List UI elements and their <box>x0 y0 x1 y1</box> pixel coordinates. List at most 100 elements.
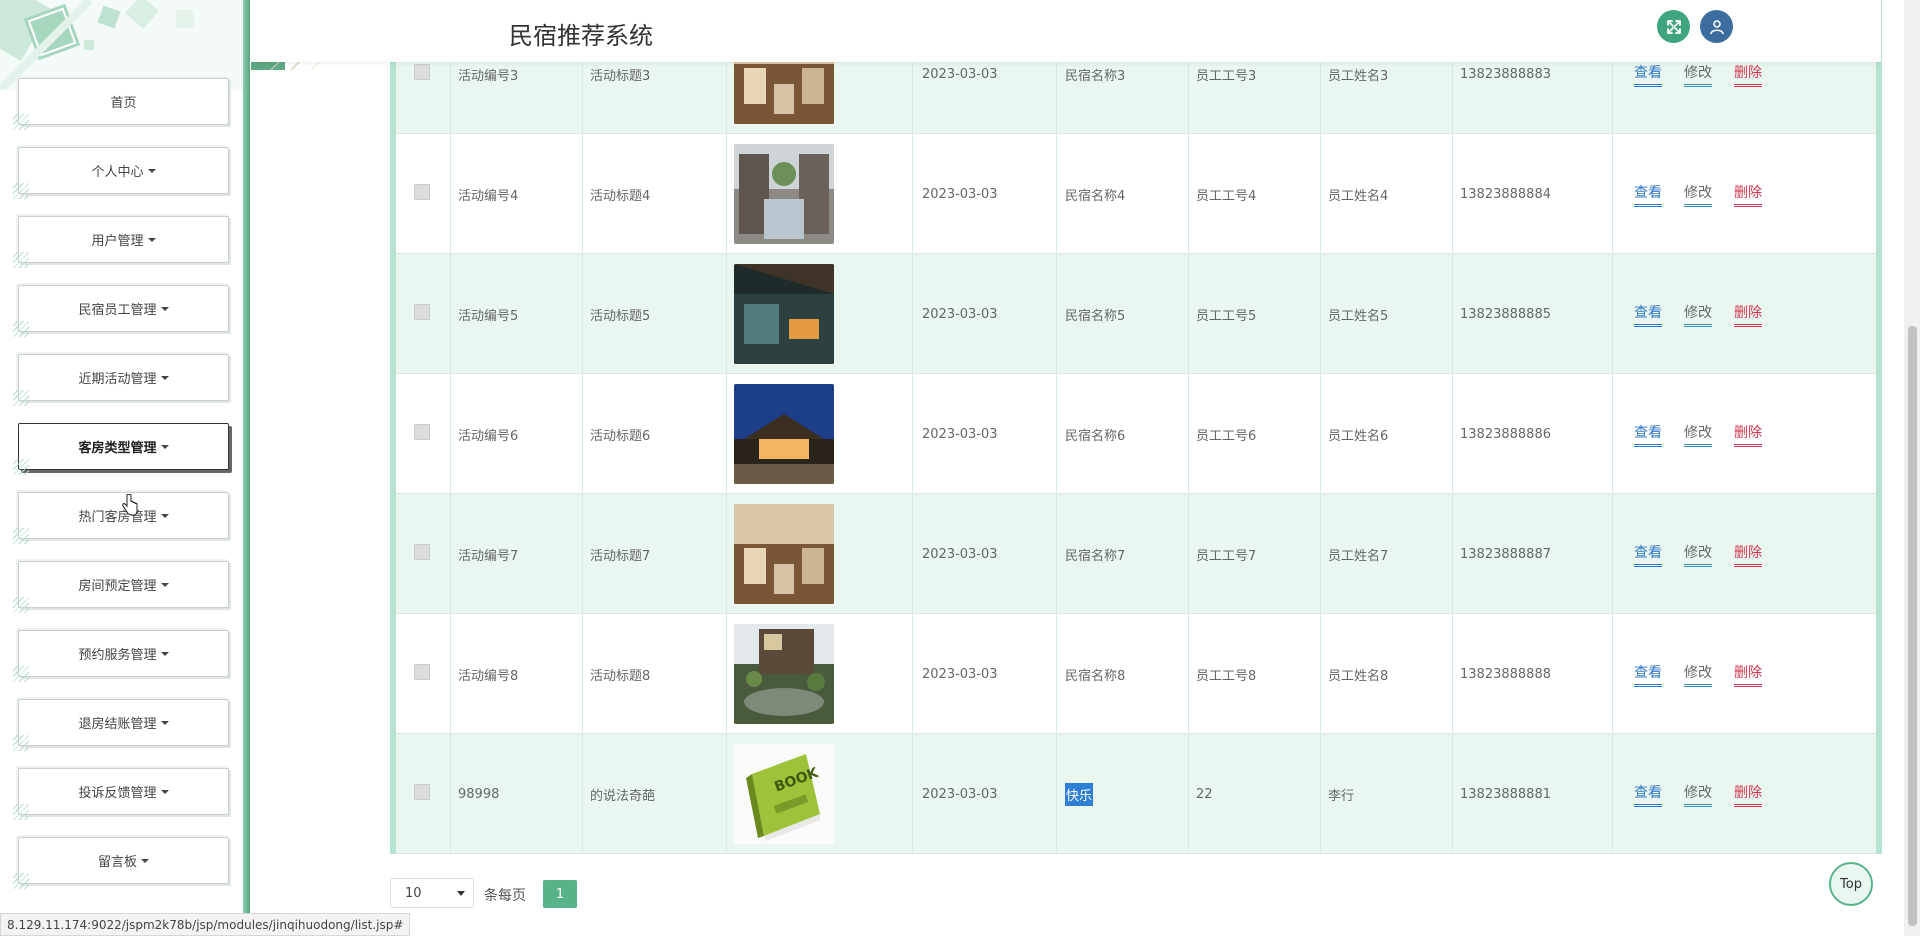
sidebar-item-stripe <box>13 321 29 337</box>
row-checkbox[interactable] <box>414 544 430 560</box>
back-to-top-button[interactable]: Top <box>1829 862 1873 906</box>
activity-image <box>734 504 834 604</box>
edit-link[interactable]: 修改 <box>1684 62 1712 87</box>
user-menu-button[interactable] <box>1700 10 1733 43</box>
sidebar: 首页个人中心用户管理民宿员工管理 近期活动管理 客房类型管理热门客房管理 房间预定管理… <box>0 0 250 936</box>
sidebar-item-0[interactable]: 首页 <box>13 78 229 130</box>
caret-down-icon <box>160 720 169 725</box>
cell-text: 员工姓名6 <box>1328 428 1389 444</box>
view-link[interactable]: 查看 <box>1634 182 1662 207</box>
cell-title: 活动标题8 <box>590 614 650 734</box>
edit-link[interactable]: 修改 <box>1684 302 1712 327</box>
scrollbar-thumb[interactable] <box>1908 326 1917 926</box>
row-checkbox[interactable] <box>414 184 430 200</box>
sidebar-item-9[interactable]: 退房结账管理 <box>13 699 229 751</box>
cell-staff-no: 员工工号8 <box>1196 614 1256 734</box>
caret-down-icon <box>141 858 149 863</box>
row-checkbox[interactable] <box>414 664 430 680</box>
delete-link[interactable]: 删除 <box>1734 662 1762 687</box>
delete-link[interactable]: 删除 <box>1734 62 1762 87</box>
cell-text: 活动编号3 <box>458 68 519 84</box>
cell-date: 2023-03-03 <box>922 254 998 374</box>
cell-text: 活动标题6 <box>590 428 651 444</box>
cell-text: 员工姓名4 <box>1328 188 1389 204</box>
sidebar-item-11[interactable]: 留言板 <box>13 837 229 889</box>
cell-staff-name: 员工姓名8 <box>1328 614 1388 734</box>
table-row: 活动编号8 活动标题8 2023-03-03 民宿名称8 员工工号8 员工姓名8 13823… <box>396 614 1876 734</box>
edit-link[interactable]: 修改 <box>1684 182 1712 207</box>
sidebar-item-4[interactable]: 近期活动管理 <box>13 354 229 406</box>
cell-text: 活动标题7 <box>590 548 651 564</box>
sidebar-item-2[interactable]: 用户管理 <box>13 216 229 268</box>
sidebar-item-label: 房间预定管理 <box>78 579 157 594</box>
cell-code: 活动编号6 <box>458 374 518 494</box>
cell-text: 2023-03-03 <box>922 666 998 682</box>
caret-down-icon <box>160 513 169 518</box>
cell-text: 的说法奇葩 <box>590 788 656 804</box>
view-link[interactable]: 查看 <box>1634 782 1662 807</box>
cell-text: 活动标题4 <box>590 188 651 204</box>
fullscreen-button[interactable] <box>1657 10 1690 43</box>
row-checkbox[interactable] <box>414 424 430 440</box>
row-checkbox[interactable] <box>414 64 430 80</box>
cell-text: 活动编号4 <box>458 188 519 204</box>
page-size-select[interactable]: 10 <box>390 878 474 908</box>
cell-staff-no: 员工工号4 <box>1196 134 1256 254</box>
sidebar-rail <box>243 0 250 936</box>
sidebar-item-label: 用户管理 <box>91 234 144 249</box>
cell-code: 活动编号4 <box>458 134 518 254</box>
view-link[interactable]: 查看 <box>1634 62 1662 87</box>
table-row: 活动编号7 活动标题7 2023-03-03 民宿名称7 员工工号7 员工姓名7 13823… <box>396 494 1876 614</box>
sidebar-item-label: 留言板 <box>97 855 137 870</box>
sidebar-item-1[interactable]: 个人中心 <box>13 147 229 199</box>
view-link[interactable]: 查看 <box>1634 542 1662 567</box>
activity-image <box>734 384 834 484</box>
cell-homestay: 民宿名称5 <box>1065 254 1125 374</box>
delete-link[interactable]: 删除 <box>1734 422 1762 447</box>
vertical-scrollbar[interactable] <box>1904 0 1920 936</box>
delete-link[interactable]: 删除 <box>1734 782 1762 807</box>
sidebar-item-3[interactable]: 民宿员工管理 <box>13 285 229 337</box>
edit-link[interactable]: 修改 <box>1684 422 1712 447</box>
cell-title: 活动标题4 <box>590 134 650 254</box>
chevron-down-icon <box>457 891 465 896</box>
edit-link[interactable]: 修改 <box>1684 782 1712 807</box>
caret-down-icon <box>160 375 169 380</box>
view-link[interactable]: 查看 <box>1634 662 1662 687</box>
edit-link[interactable]: 修改 <box>1684 542 1712 567</box>
sidebar-item-label: 首页 <box>110 96 137 111</box>
sidebar-item-label: 个人中心 <box>91 165 144 180</box>
sidebar-item-5[interactable]: 客房类型管理 <box>13 423 229 475</box>
cell-code: 活动编号8 <box>458 614 518 734</box>
cell-phone: 13823888888 <box>1460 614 1551 734</box>
delete-link[interactable]: 删除 <box>1734 182 1762 207</box>
cell-text: 活动编号6 <box>458 428 519 444</box>
cell-text: 活动编号8 <box>458 668 519 684</box>
sidebar-item-stripe <box>13 873 29 889</box>
page-button-current[interactable]: 1 <box>543 880 577 908</box>
sidebar-item-label: 退房结账管理 <box>78 717 157 732</box>
cell-text: 13823888888 <box>1460 666 1551 682</box>
edit-link[interactable]: 修改 <box>1684 662 1712 687</box>
table-row: 活动编号4 活动标题4 2023-03-03 民宿名称4 员工工号4 员工姓名4 13823… <box>396 134 1876 254</box>
sidebar-item-stripe <box>13 597 29 613</box>
cell-code: 活动编号7 <box>458 494 518 614</box>
cell-homestay: 民宿名称8 <box>1065 614 1125 734</box>
column-divider <box>1056 0 1057 854</box>
row-checkbox[interactable] <box>414 784 430 800</box>
sidebar-item-10[interactable]: 投诉反馈管理 <box>13 768 229 820</box>
caret-down-icon <box>147 168 156 173</box>
delete-link[interactable]: 删除 <box>1734 542 1762 567</box>
cell-text: 活动标题5 <box>590 308 651 324</box>
sidebar-item-stripe <box>13 804 29 820</box>
view-link[interactable]: 查看 <box>1634 422 1662 447</box>
delete-link[interactable]: 删除 <box>1734 302 1762 327</box>
view-link[interactable]: 查看 <box>1634 302 1662 327</box>
sidebar-item-label: 热门客房管理 <box>78 510 157 525</box>
sidebar-item-stripe <box>13 390 29 406</box>
cell-staff-name: 员工姓名7 <box>1328 494 1388 614</box>
sidebar-item-7[interactable]: 房间预定管理 <box>13 561 229 613</box>
cell-text: 员工姓名3 <box>1328 68 1389 84</box>
sidebar-item-8[interactable]: 预约服务管理 <box>13 630 229 682</box>
row-checkbox[interactable] <box>414 304 430 320</box>
